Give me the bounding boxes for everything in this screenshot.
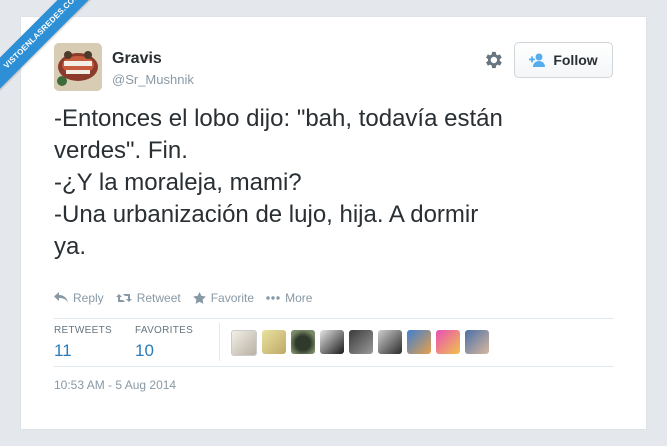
retweet-label: Retweet — [136, 291, 181, 305]
tweet-card: Gravis @Sr_Mushnik Follow -Entonces el l… — [20, 16, 647, 430]
mini-avatar[interactable] — [349, 330, 373, 354]
favorites-label: FAVORITES — [135, 325, 194, 336]
mini-avatar[interactable] — [262, 330, 286, 354]
avatar-image — [54, 43, 102, 91]
mini-avatar[interactable] — [378, 330, 402, 354]
retweets-count: 11 — [54, 341, 72, 360]
tweet-line: -¿Y la moraleja, mami? — [54, 169, 302, 196]
tweet-line: -Entonces el lobo dijo: "bah, todavía es… — [54, 105, 503, 132]
more-label: More — [285, 291, 313, 305]
mini-avatar[interactable] — [436, 330, 460, 354]
more-button[interactable]: More — [266, 291, 312, 305]
retweet-icon — [115, 294, 132, 302]
mini-avatar[interactable] — [291, 330, 315, 354]
gear-icon[interactable] — [482, 49, 504, 71]
star-icon — [192, 292, 206, 304]
user-name[interactable]: Gravis — [112, 50, 162, 68]
more-icon — [266, 296, 280, 300]
reply-label: Reply — [73, 291, 104, 305]
retweets-label: RETWEETS — [54, 325, 112, 336]
tweet-line: ya. — [54, 233, 87, 260]
mini-avatar[interactable] — [320, 330, 344, 354]
tweet-line: -Una urbanización de lujo, hija. A dormi… — [54, 201, 479, 228]
favorites-stat[interactable]: FAVORITES 10 — [135, 325, 193, 361]
follow-button[interactable]: Follow — [514, 42, 613, 78]
favorite-label: Favorite — [210, 291, 255, 305]
add-user-icon — [529, 53, 546, 67]
mini-avatar[interactable] — [231, 330, 257, 356]
stat-divider — [219, 323, 220, 361]
favorite-button[interactable]: Favorite — [192, 291, 255, 305]
tweet-text: -Entonces el lobo dijo: "bah, todavía es… — [54, 103, 614, 263]
favoriters-avatars — [231, 330, 489, 356]
retweets-stat[interactable]: RETWEETS 11 — [54, 325, 112, 361]
tweet-line: verdes". Fin. — [54, 137, 188, 164]
mini-avatar[interactable] — [465, 330, 489, 354]
user-handle[interactable]: @Sr_Mushnik — [112, 72, 194, 87]
follow-label: Follow — [553, 52, 598, 68]
screenshot: VISTOENLASREDES.COM Gravis @Sr_Mushnik F… — [0, 0, 667, 446]
mini-avatar[interactable] — [407, 330, 431, 354]
tweet-actions: Reply Retweet Favorite More — [54, 291, 312, 305]
retweet-button[interactable]: Retweet — [115, 291, 181, 305]
reply-icon — [54, 292, 68, 303]
reply-button[interactable]: Reply — [54, 291, 104, 305]
avatar[interactable] — [54, 43, 102, 91]
divider-bottom — [54, 366, 614, 367]
tweet-timestamp[interactable]: 10:53 AM - 5 Aug 2014 — [54, 378, 176, 392]
divider-top — [54, 318, 614, 319]
favorites-count: 10 — [135, 341, 154, 360]
